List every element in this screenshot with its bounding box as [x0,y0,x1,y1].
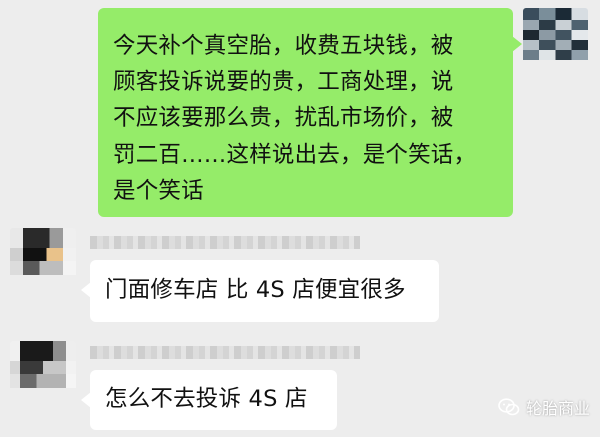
watermark: 轮胎商业 [498,395,590,419]
sender-name-pixelated [90,236,360,249]
wechat-logo-icon [498,398,520,416]
outgoing-message-bubble[interactable]: 今天补个真空胎，收费五块钱，被 顾客投诉说要的贵，工商处理，说 不应该要那么贵，… [98,8,522,217]
message-line: 顾客投诉说要的贵，工商处理，说 [113,69,454,96]
incoming-message-bubble[interactable]: 门面修车店 比 4S 店便宜很多 [81,260,439,322]
contact-avatar[interactable] [10,228,76,288]
message-line: 不应该要那么贵，扰乱市场价，被 [113,105,454,132]
own-avatar[interactable] [523,8,588,70]
message-line: 罚二百……这样说出去，是个笑话， [113,141,477,168]
bubble-tail [512,36,522,52]
message-text: 门面修车店 比 4S 店便宜很多 [105,277,406,303]
incoming-message-bubble[interactable]: 怎么不去投诉 4S 店 [81,370,337,430]
message-line: 今天补个真空胎，收费五块钱，被 [113,33,454,59]
message-line: 是个笑话 [113,177,204,204]
bubble-tail [81,392,91,408]
sender-name-pixelated [90,346,360,359]
bubble-tail [81,282,91,298]
watermark-text: 轮胎商业 [525,399,590,418]
contact-avatar[interactable] [10,341,76,401]
message-text: 怎么不去投诉 4S 店 [105,386,308,412]
